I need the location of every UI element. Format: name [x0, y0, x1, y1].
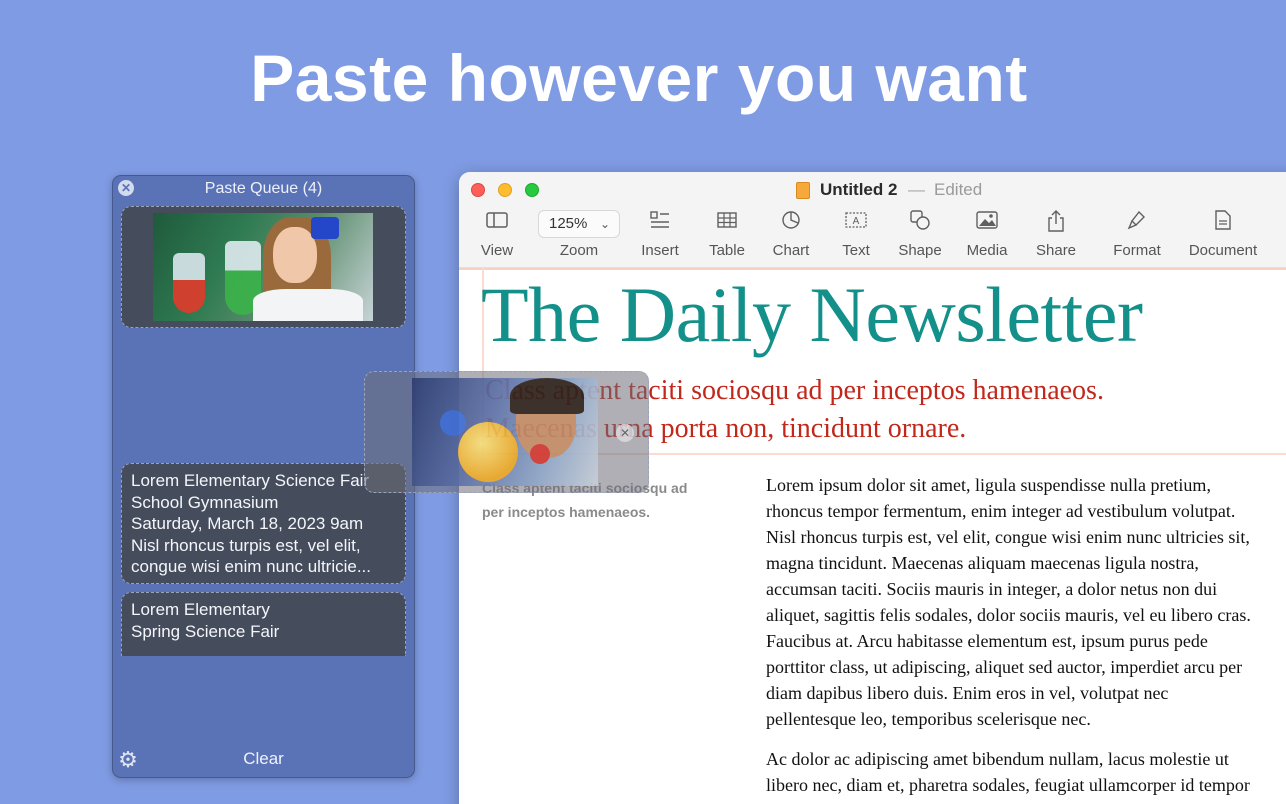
- toolbar-chart-button[interactable]: Chart: [771, 210, 811, 259]
- queue-text-line: Spring Science Fair: [131, 621, 280, 641]
- insert-icon: [637, 210, 683, 236]
- queue-title: Paste Queue (4): [204, 180, 323, 197]
- text-box-icon: A: [839, 210, 873, 236]
- drag-preview-image[interactable]: ✕: [364, 371, 649, 493]
- window-toolbar: Untitled 2 — Edited View 125% ⌄ Zoom Ins…: [459, 172, 1286, 268]
- toolbar-insert-button[interactable]: Insert: [637, 210, 683, 259]
- science-girl-image: [153, 213, 373, 321]
- paintbrush-icon: [1112, 210, 1162, 236]
- media-icon: [964, 210, 1010, 236]
- queue-text-line: Lorem Elementary: [131, 600, 270, 619]
- sidebar-icon: [479, 210, 515, 236]
- planet-model-image: [412, 378, 598, 486]
- share-icon: [1036, 210, 1076, 236]
- toolbar-share-button[interactable]: Share: [1036, 210, 1076, 259]
- toolbar-zoom-label-wrap: Zoom: [538, 210, 620, 259]
- fullscreen-window-button[interactable]: [525, 183, 539, 197]
- edited-status: Edited: [934, 180, 983, 199]
- queue-item-text-2[interactable]: Lorem Elementary Spring Science Fair: [121, 592, 406, 656]
- body-text[interactable]: Lorem ipsum dolor sit amet, ligula suspe…: [766, 472, 1286, 804]
- document-icon: [1186, 210, 1260, 236]
- document-canvas[interactable]: The Daily Newsletter Class aptent taciti…: [459, 268, 1286, 804]
- newsletter-title[interactable]: The Daily Newsletter: [481, 270, 1143, 360]
- toolbar-format-button[interactable]: Format: [1112, 210, 1162, 259]
- clear-button[interactable]: Clear: [113, 749, 414, 769]
- queue-item-image[interactable]: [121, 206, 406, 328]
- queue-text-line: congue wisi enim nunc ultricie...: [131, 557, 372, 576]
- body-paragraph-1: Lorem ipsum dolor sit amet, ligula suspe…: [766, 475, 1251, 729]
- queue-text-line: Saturday, March 18, 2023 9am: [131, 514, 364, 533]
- x-circle-icon[interactable]: ✕: [616, 424, 634, 442]
- toolbar-table-button[interactable]: Table: [707, 210, 747, 259]
- queue-text-line: Nisl rhoncus turpis est, vel elit,: [131, 535, 361, 555]
- zoom-label: Zoom: [559, 242, 599, 259]
- headline: Paste however you want: [250, 41, 1028, 115]
- body-paragraph-2: Ac dolor ac adipiscing amet bibendum nul…: [766, 749, 1250, 795]
- queue-text-line: Lorem Elementary Science Fair: [131, 471, 370, 490]
- shape-icon: [897, 210, 943, 236]
- title-separator: —: [908, 180, 925, 199]
- close-window-button[interactable]: [471, 183, 485, 197]
- toolbar-shape-button[interactable]: Shape: [897, 210, 943, 259]
- toolbar-text-button[interactable]: A Text: [839, 210, 873, 259]
- pages-document-icon: [796, 182, 810, 199]
- document-title: Untitled 2: [820, 180, 898, 199]
- minimize-window-button[interactable]: [498, 183, 512, 197]
- toolbar-view-button[interactable]: View: [479, 210, 515, 259]
- queue-text-line: School Gymnasium: [131, 492, 279, 512]
- table-icon: [707, 210, 747, 236]
- toolbar-media-button[interactable]: Media: [964, 210, 1010, 259]
- chart-icon: [771, 210, 811, 236]
- toolbar-document-button[interactable]: Document: [1186, 210, 1260, 259]
- svg-text:A: A: [853, 216, 860, 227]
